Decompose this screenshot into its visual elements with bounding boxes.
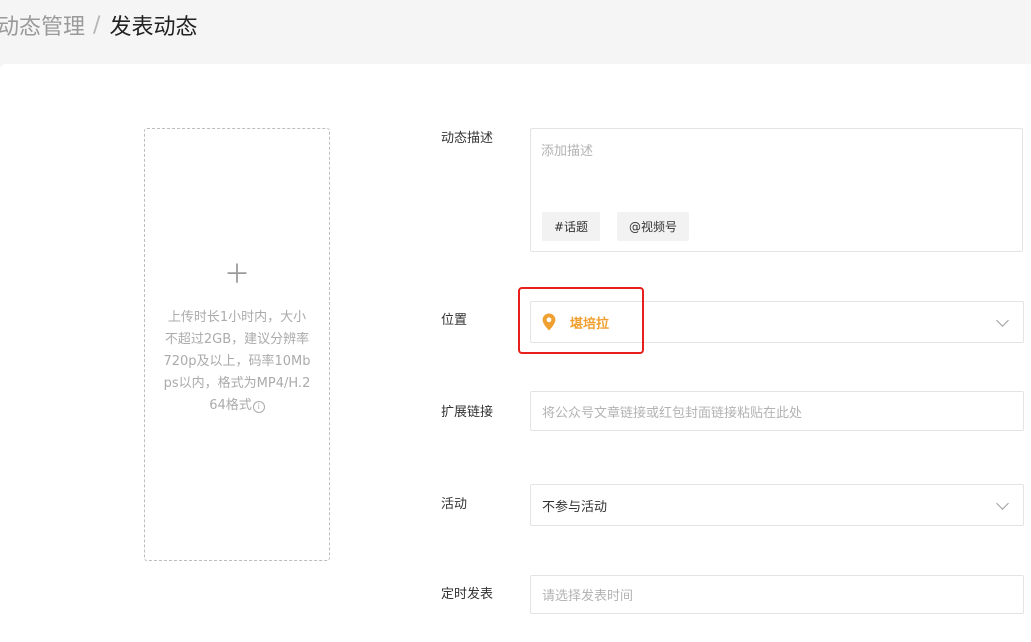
link-label: 扩展链接 [441, 405, 494, 420]
plus-icon: ＋ [223, 260, 250, 290]
upload-hint: 上传时长1小时内，大小不超过2GB，建议分辨率720p及以上，码率10Mbps以… [163, 310, 311, 413]
description-input[interactable]: 添加描述 #话题 @视频号 [530, 128, 1023, 252]
location-select[interactable]: 堪培拉 [530, 301, 1024, 343]
schedule-input[interactable]: 请选择发表时间 [530, 575, 1024, 614]
activity-label: 活动 [441, 497, 468, 512]
description-placeholder: 添加描述 [541, 144, 594, 159]
chevron-down-icon [996, 497, 1009, 510]
channel-mention-button[interactable]: @视频号 [617, 212, 690, 241]
chevron-down-icon [996, 314, 1009, 327]
link-input[interactable]: 将公众号文章链接或红包封面链接粘贴在此处 [530, 391, 1024, 431]
description-label: 动态描述 [441, 131, 494, 146]
activity-value: 不参与活动 [542, 499, 608, 515]
video-upload-area[interactable]: ＋ 上传时长1小时内，大小不超过2GB，建议分辨率720p及以上，码率10Mbp… [144, 128, 330, 561]
info-icon[interactable]: i [252, 401, 265, 413]
breadcrumb-separator: / [93, 12, 101, 38]
breadcrumb-parent[interactable]: 动态管理 [0, 9, 85, 41]
location-pin-icon [542, 313, 556, 331]
location-label: 位置 [441, 313, 468, 328]
schedule-label: 定时发表 [441, 587, 494, 602]
topic-button[interactable]: #话题 [542, 212, 601, 241]
page-title: 发表动态 [109, 15, 198, 40]
link-placeholder: 将公众号文章链接或红包封面链接粘贴在此处 [542, 405, 803, 421]
location-value: 堪培拉 [570, 316, 610, 332]
schedule-placeholder: 请选择发表时间 [542, 589, 634, 604]
activity-select[interactable]: 不参与活动 [530, 484, 1024, 526]
breadcrumb: 动态管理 / 发表动态 [0, 9, 197, 41]
